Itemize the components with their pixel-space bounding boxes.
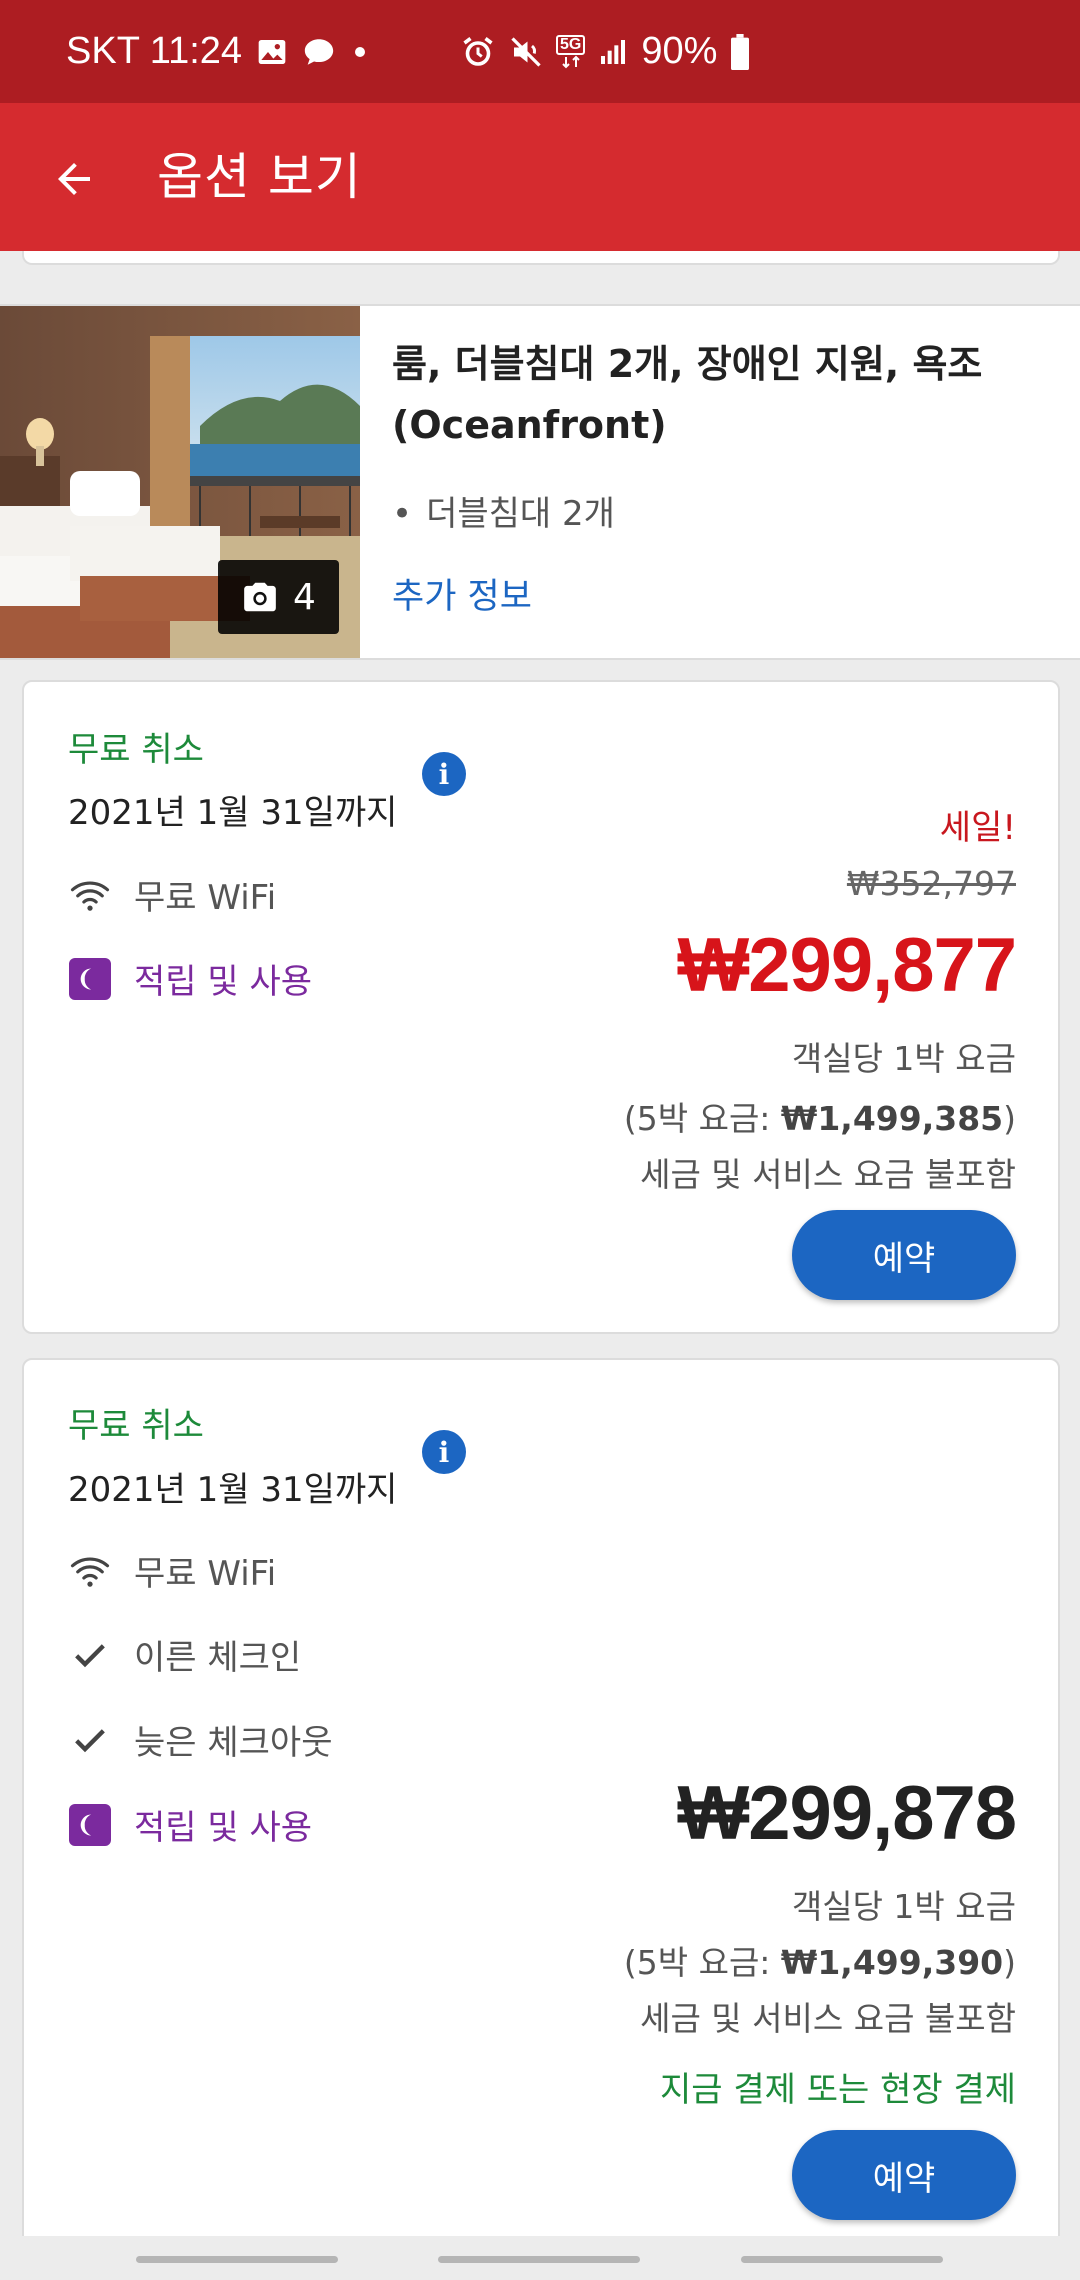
tax-note: 세금 및 서비스 요금 불포함 [640, 1155, 1016, 1194]
amenity-label: 늦은 체크아웃 [134, 1723, 333, 1763]
room-title: 룸, 더블침대 2개, 장애인 지원, 욕조 (Oceanfront) [392, 342, 983, 447]
nav-back-button[interactable] [741, 2256, 943, 2263]
total-price: ₩1,499,385 [780, 1099, 1004, 1138]
amenity-wifi: 무료 WiFi [68, 870, 276, 919]
app-bar: 옵션 보기 [0, 103, 1080, 251]
info-icon[interactable]: i [422, 752, 466, 796]
room-photo[interactable]: 4 [0, 306, 360, 658]
per-night-note: 객실당 1박 요금 [791, 1039, 1016, 1078]
free-cancel-label: 무료 취소 [68, 1406, 204, 1446]
total-suffix: ) [1003, 1099, 1016, 1138]
signal-icon [597, 36, 629, 68]
free-cancel-label: 무료 취소 [68, 730, 204, 770]
wifi-icon [68, 873, 112, 917]
battery-percent: 90% [641, 30, 718, 72]
original-price: ₩352,797 [846, 864, 1016, 903]
room-bed-info: • 더블침대 2개 [392, 486, 615, 535]
per-night-note: 객실당 1박 요금 [791, 1887, 1016, 1926]
photo-count-badge[interactable]: 4 [218, 560, 339, 634]
rewards-moon-icon [68, 1803, 112, 1847]
amenity-label: 무료 WiFi [134, 1554, 277, 1594]
bed-label: 더블침대 2개 [426, 494, 615, 534]
amenity-wifi: 무료 WiFi [68, 1546, 276, 1595]
nav-recents-button[interactable] [136, 2256, 338, 2263]
bullet: • [392, 494, 413, 534]
amenity-label: 이른 체크인 [134, 1638, 302, 1678]
price: ₩299,877 [677, 923, 1017, 1008]
network-type-label: 5G [556, 34, 586, 55]
arrow-back-icon [58, 163, 90, 195]
previous-card-edge [22, 251, 1060, 265]
system-nav-bar [0, 2236, 1080, 2280]
rate-option-card: 무료 취소 2021년 1월 31일까지 i 무료 WiFi 이른 체크인 늦은… [22, 1358, 1060, 2262]
amenity-late-checkout: 늦은 체크아웃 [68, 1715, 333, 1764]
amenity-label: 적립 및 사용 [134, 962, 313, 1002]
status-bar: SKT 11:24 5G 90% [0, 0, 1080, 103]
network-5g-icon: 5G [556, 34, 586, 69]
info-icon[interactable]: i [422, 1430, 466, 1474]
amenity-rewards: 적립 및 사용 [68, 954, 312, 1003]
more-notifications-dot-icon [350, 42, 370, 62]
book-button[interactable]: 예약 [792, 1210, 1016, 1300]
check-icon [68, 1718, 112, 1762]
payment-option: 지금 결제 또는 현장 결제 [659, 2070, 1016, 2110]
page-title: 옵션 보기 [157, 148, 362, 206]
nav-home-button[interactable] [438, 2256, 640, 2263]
tax-note: 세금 및 서비스 요금 불포함 [640, 1999, 1016, 2038]
amenity-rewards: 적립 및 사용 [68, 1800, 312, 1849]
rate-option-card: 무료 취소 2021년 1월 31일까지 i 무료 WiFi 적립 및 사용 세… [22, 680, 1060, 1334]
total-price: ₩1,499,390 [780, 1943, 1004, 1982]
price: ₩299,878 [677, 1771, 1017, 1856]
book-button[interactable]: 예약 [792, 2130, 1016, 2220]
amenity-label: 적립 및 사용 [134, 1808, 313, 1848]
check-icon [68, 1633, 112, 1677]
camera-icon [244, 582, 276, 612]
wifi-icon [68, 1549, 112, 1593]
amenity-label: 무료 WiFi [134, 878, 277, 918]
total-price-line: (5박 요금: ₩1,499,385) [624, 1092, 1016, 1140]
chat-notification-icon [302, 35, 336, 69]
carrier-time: SKT 11:24 [66, 30, 243, 72]
total-price-line: (5박 요금: ₩1,499,390) [624, 1936, 1016, 1984]
cancel-deadline: 2021년 1월 31일까지 [68, 793, 398, 833]
total-prefix: (5박 요금: [623, 1943, 781, 1982]
rewards-moon-icon [68, 957, 112, 1001]
gallery-notification-icon [256, 36, 288, 68]
back-button[interactable] [42, 147, 106, 211]
alarm-icon [460, 34, 496, 70]
total-suffix: ) [1003, 1943, 1016, 1982]
cancel-deadline: 2021년 1월 31일까지 [68, 1470, 398, 1510]
total-prefix: (5박 요금: [623, 1099, 781, 1138]
more-info-link[interactable]: 추가 정보 [392, 568, 532, 619]
photo-count: 4 [293, 576, 316, 618]
battery-icon [729, 33, 751, 70]
room-card: 4 룸, 더블침대 2개, 장애인 지원, 욕조 (Oceanfront) • 더… [0, 304, 1080, 660]
mute-icon [508, 34, 544, 70]
amenity-early-checkin: 이른 체크인 [68, 1630, 301, 1679]
sale-badge: 세일! [939, 808, 1016, 848]
